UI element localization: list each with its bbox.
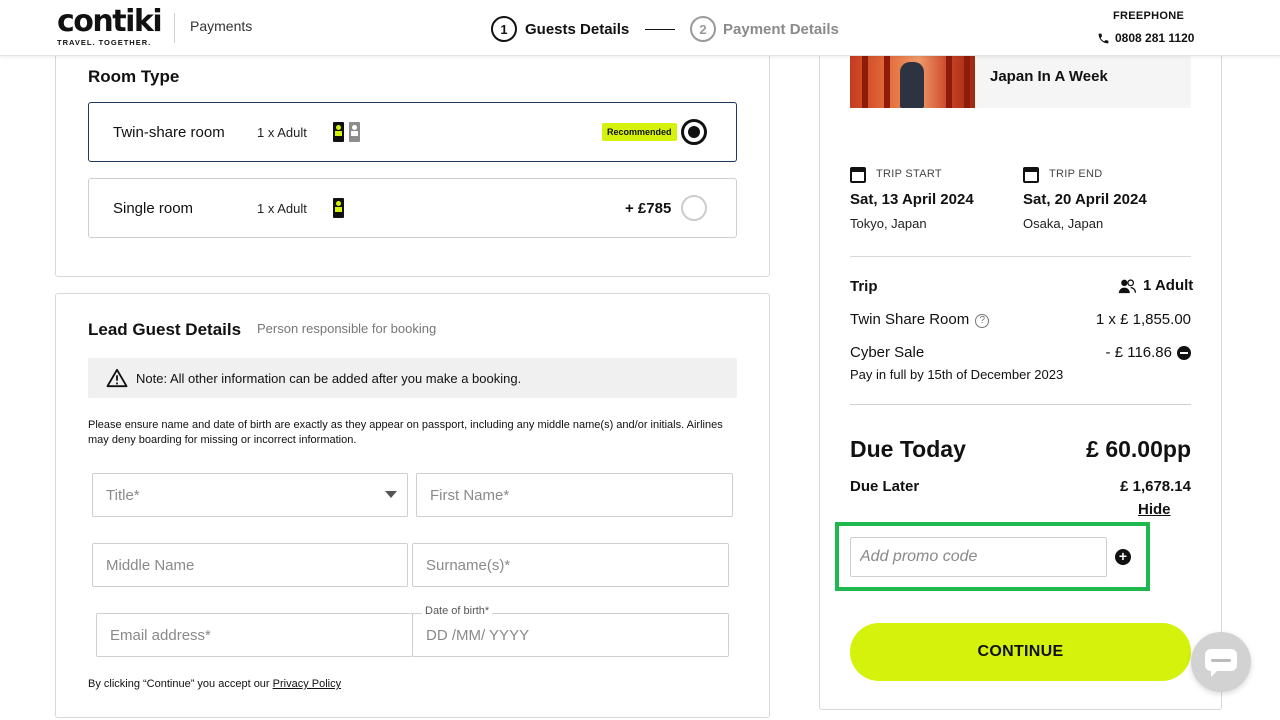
chevron-down-icon (385, 491, 397, 498)
room-option-twin[interactable]: Twin-share room 1 x Adult Recommended (88, 102, 737, 162)
chat-button[interactable] (1191, 632, 1251, 692)
top-header: contiki TRAVEL. TOGETHER. Payments 1 Gue… (0, 0, 1280, 56)
info-note-text: Note: All other information can be added… (136, 371, 522, 386)
info-note: Note: All other information can be added… (88, 358, 737, 398)
accept-notice: By clicking “Continue” you accept our Pr… (88, 678, 341, 690)
step-2-number: 2 (690, 16, 716, 42)
pay-note: Pay in full by 15th of December 2023 (850, 367, 1064, 382)
lead-guest-title: Lead Guest Details (88, 320, 242, 339)
room-type-title: Room Type (88, 67, 180, 86)
title-select[interactable]: Title* (92, 473, 408, 517)
trip-end-city: Osaka, Japan (1023, 216, 1104, 231)
step-1-number: 1 (491, 16, 517, 42)
warning-icon (106, 368, 128, 388)
accept-text: By clicking “Continue” you accept our (88, 678, 270, 690)
recommended-badge: Recommended (602, 123, 677, 141)
room-line: Twin Share Room? (850, 311, 990, 328)
trip-image (850, 56, 975, 108)
header-section-label: Payments (190, 18, 253, 34)
sale-value: - £ 116.86 (1105, 344, 1172, 361)
person-icon (349, 122, 360, 142)
middle-name-field[interactable] (92, 543, 408, 587)
calendar-icon (850, 167, 866, 183)
step-connector (645, 29, 675, 30)
middle-name-input[interactable] (106, 557, 394, 574)
travellers-count: 1 Adult (1118, 277, 1193, 294)
person-icon (333, 198, 344, 218)
sale-label: Cyber Sale (850, 344, 925, 361)
first-name-input[interactable] (430, 487, 719, 504)
surname-field[interactable] (412, 543, 729, 587)
surname-input[interactable] (426, 557, 715, 574)
dob-input[interactable] (426, 627, 715, 644)
hide-link[interactable]: Hide (1138, 501, 1171, 518)
room-option-single[interactable]: Single room 1 x Adult + £785 (88, 178, 737, 238)
due-today-value: £ 60.00pp (1086, 436, 1191, 462)
phone-link[interactable]: 0808 281 1120 (1097, 31, 1194, 45)
room-option-name: Single room (113, 200, 194, 217)
step-1-label: Guests Details (525, 21, 630, 38)
room-line-label: Twin Share Room (850, 311, 970, 328)
trip-start-city: Tokyo, Japan (850, 216, 927, 231)
email-input[interactable] (110, 627, 399, 644)
divider (850, 404, 1191, 405)
room-option-price: + £785 (625, 200, 672, 217)
trip-end-date: Sat, 20 April 2024 (1023, 191, 1147, 208)
dob-field[interactable] (412, 613, 729, 657)
calendar-icon (1023, 167, 1039, 183)
dob-label: Date of birth* (422, 605, 493, 617)
passport-notice: Please ensure name and date of birth are… (88, 419, 723, 446)
phone-number: 0808 281 1120 (1115, 31, 1195, 45)
travellers-text: 1 Adult (1143, 277, 1194, 294)
minus-circle-icon[interactable] (1177, 346, 1191, 360)
trip-label: Trip (850, 278, 878, 295)
continue-button[interactable]: CONTINUE (850, 623, 1191, 681)
room-line-value: 1 x £ 1,855.00 (1095, 311, 1191, 328)
header-divider (174, 13, 175, 43)
room-option-name: Twin-share room (113, 124, 225, 141)
room-option-occupancy: 1 x Adult (257, 125, 307, 140)
trip-name: Japan In A Week (990, 68, 1108, 85)
step-2-label: Payment Details (723, 21, 839, 38)
users-icon (1118, 278, 1137, 293)
due-later-label: Due Later (850, 478, 920, 495)
promo-code-field[interactable] (850, 537, 1107, 577)
trip-start-date: Sat, 13 April 2024 (850, 191, 974, 208)
email-field[interactable] (96, 613, 413, 657)
room-option-radio[interactable] (681, 195, 707, 221)
room-option-occupancy: 1 x Adult (257, 201, 307, 216)
divider (850, 256, 1191, 257)
due-today-label: Due Today (850, 436, 966, 462)
lead-guest-subtitle: Person responsible for booking (257, 321, 437, 336)
title-select-placeholder: Title* (106, 487, 140, 504)
person-icon (333, 122, 344, 142)
privacy-policy-link[interactable]: Privacy Policy (273, 678, 341, 690)
contiki-logo[interactable]: contiki TRAVEL. TOGETHER. (57, 4, 163, 48)
logo-tagline: TRAVEL. TOGETHER. (57, 38, 152, 47)
freephone-label: FREEPHONE (1113, 10, 1185, 22)
plus-circle-icon[interactable]: + (1115, 549, 1131, 565)
room-option-radio[interactable] (681, 119, 707, 145)
help-icon[interactable]: ? (975, 314, 990, 328)
phone-icon (1098, 33, 1109, 43)
trip-start-label: TRIP START (876, 168, 942, 180)
promo-code-input[interactable] (860, 538, 1097, 576)
due-later-value: £ 1,678.14 (1120, 478, 1191, 495)
logo-wordmark: contiki (57, 4, 163, 39)
trip-end-label: TRIP END (1049, 168, 1103, 180)
first-name-field[interactable] (416, 473, 733, 517)
